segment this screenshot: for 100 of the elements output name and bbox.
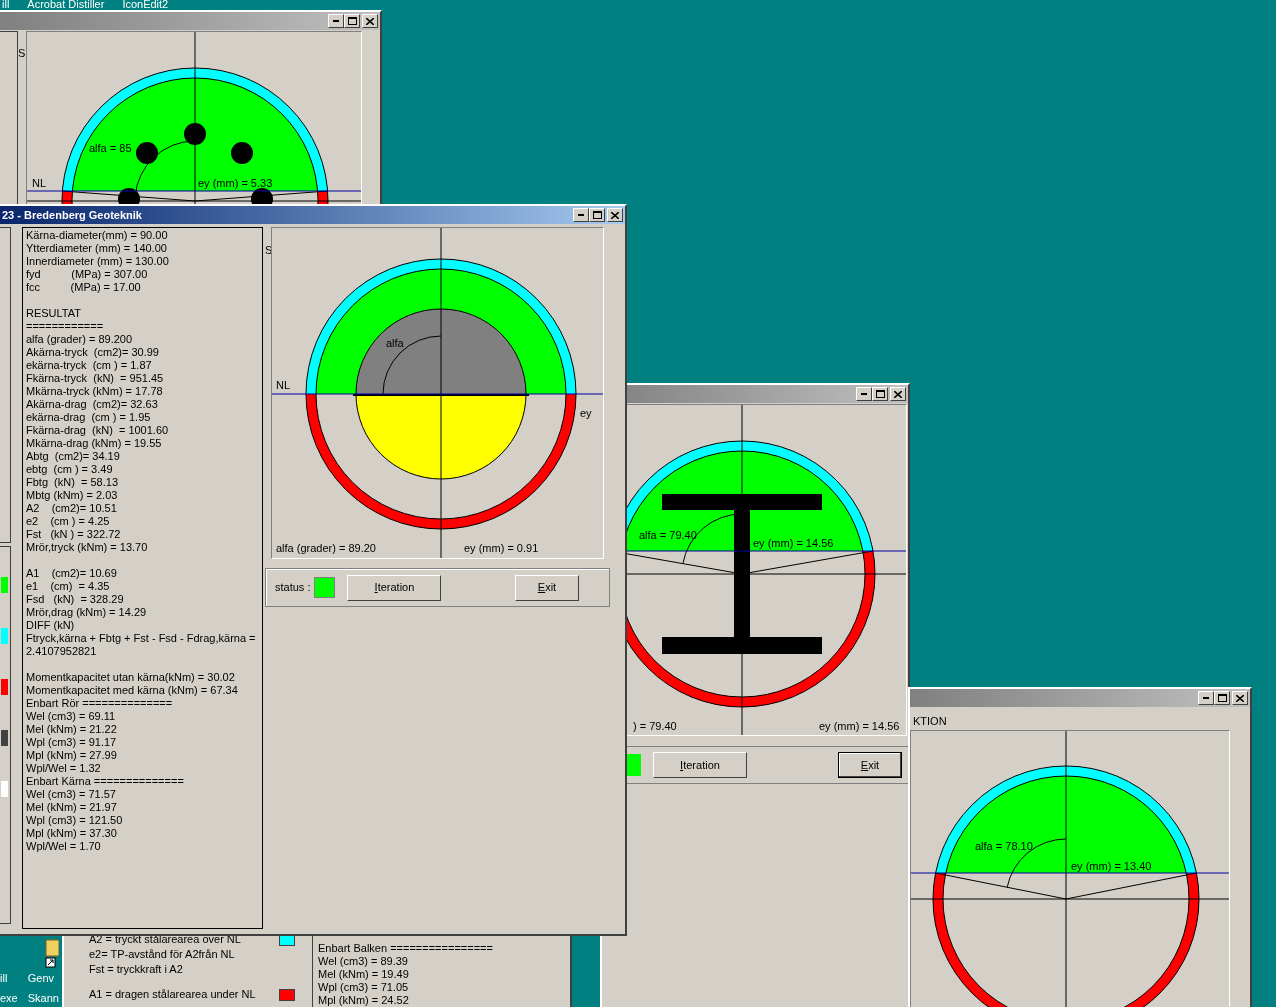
report-line: e2 (cm ) = 4.25 bbox=[26, 515, 111, 528]
report-line: RESULTAT bbox=[26, 307, 82, 320]
shortcut-icon[interactable] bbox=[44, 938, 59, 968]
report-line: Akärna-tryck (cm2)= 30.99 bbox=[26, 346, 160, 359]
ey-label: ey bbox=[580, 407, 592, 419]
report-line: Wel (cm3) = 71.57 bbox=[26, 788, 117, 801]
neutral-line-label: NL bbox=[276, 379, 291, 391]
close-button[interactable] bbox=[1232, 691, 1248, 705]
minimize-button[interactable] bbox=[1198, 691, 1214, 705]
report-line: DIFF (kN) bbox=[26, 619, 76, 632]
close-icon bbox=[611, 211, 619, 219]
report-line: Fkärna-tryck (kN) = 951.45 bbox=[26, 372, 165, 385]
neutral-line-label: NL bbox=[32, 177, 47, 189]
report-line: ebtg (cm ) = 3.49 bbox=[26, 463, 114, 476]
alfa-label: alfa = 78.10 bbox=[975, 839, 1033, 852]
icon-label[interactable]: exe bbox=[0, 988, 18, 1007]
taskbar-item[interactable]: Acrobat Distiller bbox=[25, 0, 107, 13]
dialog-button[interactable]: Exit bbox=[838, 752, 902, 778]
close-icon bbox=[894, 390, 902, 398]
maximize-button[interactable] bbox=[872, 387, 888, 401]
side-label: S bbox=[18, 46, 24, 61]
maximize-button[interactable] bbox=[344, 14, 360, 28]
dialog-button[interactable]: Exit bbox=[515, 574, 579, 601]
report-line: alfa (grader) = 89.200 bbox=[26, 333, 134, 346]
result-line: Mpl (kNm) = 24.52 bbox=[318, 994, 410, 1007]
maximize-button[interactable] bbox=[1214, 691, 1230, 705]
minimize-button[interactable] bbox=[573, 208, 589, 222]
report-line: Wpl/Wel = 1.32 bbox=[26, 762, 102, 775]
report-line: Mrör,drag (kNm) = 14.29 bbox=[26, 606, 148, 619]
taskbar-item[interactable]: IconEdit2 bbox=[120, 0, 171, 13]
maximize-icon bbox=[875, 390, 885, 398]
ey-reading: ey (mm) = 14.56 bbox=[819, 720, 900, 732]
report-line: Mkärna-drag (kNm) = 19.55 bbox=[26, 437, 163, 450]
status-label: status : bbox=[275, 580, 311, 596]
legend-text: Fst = tryckkraft i A2 bbox=[89, 962, 184, 978]
taskbar-item[interactable]: ill bbox=[0, 0, 12, 13]
report-line: Innerdiameter (mm) = 130.00 bbox=[26, 255, 170, 268]
report-line: Wpl (cm3) = 91.17 bbox=[26, 736, 118, 749]
alfa-reading: ) = 79.40 bbox=[633, 720, 677, 732]
maximize-icon bbox=[592, 211, 602, 219]
close-button[interactable] bbox=[890, 387, 906, 401]
report-line: fyd (MPa) = 307.00 bbox=[26, 268, 149, 281]
icon-label[interactable]: ill bbox=[0, 968, 18, 988]
section-heading: KTION bbox=[912, 714, 948, 729]
close-icon bbox=[1236, 694, 1244, 702]
minimize-button[interactable] bbox=[856, 387, 872, 401]
result-line: Enbart Balken ================ bbox=[318, 942, 494, 955]
ey-label: ey (mm) = 14.56 bbox=[753, 537, 834, 549]
report-line: Kärna-diameter(mm) = 90.00 bbox=[26, 229, 169, 242]
report-line: Mbtg (kNm) = 2.03 bbox=[26, 489, 119, 502]
minimize-button[interactable] bbox=[328, 14, 344, 28]
dialog-button[interactable]: Iteration bbox=[653, 752, 747, 778]
legend-text: A1 = dragen stålarearea under NL bbox=[89, 987, 257, 1003]
close-icon bbox=[366, 17, 374, 25]
report-line: fcc (MPa) = 17.00 bbox=[26, 281, 142, 294]
report-line: Akärna-drag (cm2)= 32.63 bbox=[26, 398, 159, 411]
report-line: Mrör,tryck (kNm) = 13.70 bbox=[26, 541, 149, 554]
report-line: Mpl (kNm) = 27.99 bbox=[26, 749, 118, 762]
report-line: Abtg (cm2)= 34.19 bbox=[26, 450, 121, 463]
report-line: Fst (kN ) = 322.72 bbox=[26, 528, 122, 541]
report-line: Wpl/Wel = 1.70 bbox=[26, 840, 102, 853]
report-line: Fsd (kN) = 328.29 bbox=[26, 593, 125, 606]
minimize-icon bbox=[578, 214, 584, 216]
report-line: Wpl (cm3) = 121.50 bbox=[26, 814, 124, 827]
report-line: Wel (cm3) = 69.11 bbox=[26, 710, 117, 723]
alfa-label: alfa bbox=[386, 337, 404, 349]
report-line: A1 (cm2)= 10.69 bbox=[26, 567, 118, 580]
close-button[interactable] bbox=[607, 208, 623, 222]
icon-label[interactable]: Genv bbox=[27, 968, 59, 988]
report-line: 2.4107952821 bbox=[26, 645, 98, 658]
result-line: Wpl (cm3) = 71.05 bbox=[318, 981, 410, 994]
result-line: Mel (kNm) = 19.49 bbox=[318, 968, 410, 981]
ey-reading: ey (mm) = 0.91 bbox=[464, 542, 539, 554]
report-line: Fbtg (kN) = 58.13 bbox=[26, 476, 119, 489]
report-line: Mkärna-tryck (kNm) = 17.78 bbox=[26, 385, 164, 398]
alfa-reading: alfa (grader) = 89.20 bbox=[276, 542, 376, 554]
report-line: Enbart Rör ============== bbox=[26, 697, 174, 710]
result-line: Wel (cm3) = 89.39 bbox=[318, 955, 409, 968]
report-line: ============ bbox=[26, 320, 105, 333]
minimize-icon bbox=[861, 393, 867, 395]
report-line: Ftryck,kärna + Fbtg + Fst - Fsd - Fdrag,kärna = bbox=[26, 632, 257, 645]
maximize-button[interactable] bbox=[589, 208, 605, 222]
dialog-button[interactable]: Iteration bbox=[347, 574, 442, 601]
report-line: Mel (kNm) = 21.97 bbox=[26, 801, 118, 814]
report-line: Momentkapacitet med kärna (kNm) = 67.34 bbox=[26, 684, 239, 697]
report-line: Mel (kNm) = 21.22 bbox=[26, 723, 118, 736]
close-button[interactable] bbox=[362, 14, 378, 28]
report-line: Ytterdiameter (mm) = 140.00 bbox=[26, 242, 168, 255]
alfa-label: alfa = 85 bbox=[89, 142, 132, 154]
ey-label: ey (mm) = 13.40 bbox=[1071, 859, 1152, 872]
icon-label[interactable]: Skann bbox=[27, 988, 59, 1007]
minimize-icon bbox=[333, 20, 339, 22]
report-line: Enbart Kärna ============== bbox=[26, 775, 185, 788]
ey-label: ey (mm) = 5.33 bbox=[198, 177, 273, 189]
alfa-label: alfa = 79.40 bbox=[639, 529, 697, 541]
report-line: A2 (cm2)= 10.51 bbox=[26, 502, 118, 515]
legend-text: e2= TP-avstånd för A2från NL bbox=[89, 947, 236, 963]
report-line: Mpl (kNm) = 37.30 bbox=[26, 827, 118, 840]
report-line: ekärna-tryck (cm ) = 1.87 bbox=[26, 359, 153, 372]
report-line: e1 (cm) = 4.35 bbox=[26, 580, 111, 593]
